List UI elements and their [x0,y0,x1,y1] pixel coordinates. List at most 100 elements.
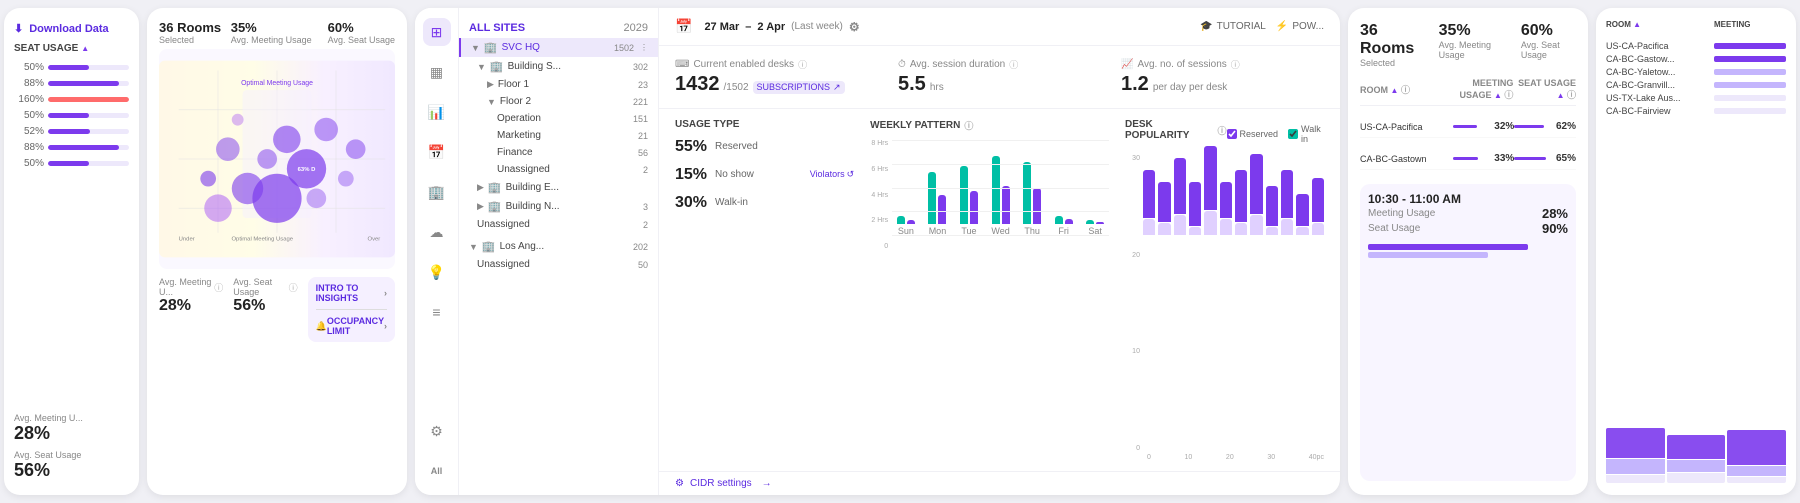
tree-item-building-e[interactable]: ▶ 🏢 Building E... [459,178,658,197]
tree-item-unassigned-la[interactable]: Unassigned 50 [459,256,658,273]
nav-settings-icon[interactable]: ⚙ [423,417,451,445]
expand-icon: ▼ [471,43,480,53]
svg-text:Under: Under [179,237,195,243]
metric-info-2[interactable]: ⓘ [1231,58,1240,71]
tutorial-icon: 🎓 [1200,21,1212,32]
tree-item-unassigned-f2[interactable]: Unassigned 2 [459,161,658,178]
info-icon-2[interactable]: ⓘ [289,281,298,294]
building-icon-bs: 🏢 [490,60,504,73]
nav-chart-icon[interactable]: 📊 [423,98,451,126]
desk-pop-header: DESK POPULARITY ⓘ Reserved Walk in [1125,119,1324,149]
tree-nav: ALL SITES 2029 ▼ 🏢 SVC HQ 1502 ⋮ ▼ 🏢 Bui… [459,8,659,495]
reserved-checkbox[interactable] [1227,129,1237,139]
usage-bar-row: 50% [14,158,129,169]
building-icon-la: 🏢 [482,240,496,253]
pr-meeting-stat: 35% Avg. Meeting Usage [1439,22,1505,60]
walkin-checkbox[interactable] [1288,129,1298,139]
timer-icon: ⏱ [898,59,906,70]
panel-right: 36 Rooms Selected 35% Avg. Meeting Usage… [1348,8,1588,495]
nav-cloud-icon[interactable]: ☁ [423,218,451,246]
tree-item-unassigned-svchq[interactable]: Unassigned 2 [459,216,658,233]
footer-seat-stat: Avg. Seat Usage ⓘ 56% [233,277,297,342]
tutorial-button[interactable]: 🎓 TUTORIAL [1200,21,1266,32]
far-right-row-2: CA-BC-Yaletow... [1606,67,1786,77]
mini-seat-usage: Seat Usage 90% [1368,221,1568,236]
tree-item-floor2[interactable]: ▼ Floor 2 221 [459,93,658,110]
download-icon: ⬇ [14,22,23,35]
subscriptions-badge[interactable]: SUBSCRIPTIONS ↗ [753,81,845,94]
chevron-right-icon: › [384,288,387,298]
tree-item-marketing[interactable]: Marketing 21 [459,127,658,144]
usage-type-bars: 55% Reserved 15% No show [675,138,854,212]
usage-bars: 50% 88% 160% 50% 52% 88% 50% [14,62,129,169]
seat-usage-bar-0 [1514,125,1544,128]
meeting-usage-bar-1 [1453,157,1478,160]
tree-item-floor1[interactable]: ▶ Floor 1 23 [459,76,658,93]
building-icon-be: 🏢 [488,181,502,194]
tree-item-losangeles[interactable]: ▼ 🏢 Los Ang... 202 [459,237,658,256]
desk-popularity-section: DESK POPULARITY ⓘ Reserved Walk in [1125,119,1324,461]
arrow-right-icon: → [762,478,772,489]
tree-item-building-s[interactable]: ▼ 🏢 Building S... 302 [459,57,658,76]
sort-arrow-icon: ▲ [81,44,89,53]
reserved-bar: 55% Reserved [675,138,854,156]
dp-col [1220,182,1232,235]
desk-pop-info-icon[interactable]: ⓘ [1218,124,1227,137]
nav-grid-icon[interactable]: ▦ [423,58,451,86]
dp-col [1296,194,1308,235]
day-thu: Thu [1018,148,1046,236]
info-icon[interactable]: ⓘ [214,281,223,294]
dp-col [1143,170,1155,235]
far-right-row-0: US-CA-Pacifica [1606,41,1786,51]
nav-calendar-icon[interactable]: 📅 [423,138,451,166]
download-button[interactable]: ⬇ Download Data [14,22,129,35]
legend-reserved[interactable]: Reserved [1227,129,1279,139]
cidr-settings-row[interactable]: ⚙ CIDR settings → [659,471,1340,495]
weekly-pattern-title: WEEKLY PATTERN ⓘ [870,119,1109,132]
intro-insights-button[interactable]: INTRO TO INSIGHTS › [316,283,387,303]
legend-walkin[interactable]: Walk in [1288,124,1324,144]
nav-home-icon[interactable]: ⊞ [423,18,451,46]
expand-icon-la: ▼ [469,242,478,252]
weekly-info-icon[interactable]: ⓘ [964,119,973,132]
tree-nav-header: ALL SITES 2029 [459,18,658,38]
violators-link[interactable]: Violators ↺ [810,169,854,180]
bell-icon: 🔔 [316,321,327,332]
dp-col [1174,158,1186,235]
noshow-bar: 15% No show Violators ↺ [675,166,854,184]
panel-main: ⊞ ▦ 📊 📅 🏢 ☁ 💡 ≡ ⚙ All ALL SITES 2029 ▼ 🏢… [415,8,1340,495]
bubble-stats: 35% Avg. Meeting Usage 60% Avg. Seat Usa… [231,20,395,45]
settings-gear-icon[interactable]: ⚙ [849,20,860,34]
dp-col [1312,178,1324,235]
expand-icon-f2: ▼ [487,97,496,107]
metric-info-0[interactable]: ⓘ [798,58,807,71]
day-wed: Wed [987,148,1015,236]
nav-all-icon[interactable]: All [423,457,451,485]
occupancy-limit-button[interactable]: 🔔 OCCUPANCY LIMIT › [316,316,387,336]
mini-bar-2 [1368,252,1488,258]
nav-bulb-icon[interactable]: 💡 [423,258,451,286]
tree-item-finance[interactable]: Finance 56 [459,144,658,161]
main-content-area: 📅 27 Mar – 2 Apr (Last week) ⚙ 🎓 TUTORIA… [659,8,1340,495]
metric-enabled-desks: ⌨ Current enabled desks ⓘ 1432 /1502 SUB… [675,58,878,96]
far-right-table-header: ROOM ▲ MEETING [1606,20,1786,29]
col-room-header: ROOM ▲ ⓘ [1360,83,1451,96]
power-button[interactable]: ⚡ POW... [1276,21,1324,32]
tree-item-operation[interactable]: Operation 151 [459,110,658,127]
nav-list-icon[interactable]: ≡ [423,298,451,326]
nav-building-icon[interactable]: 🏢 [423,178,451,206]
far-right-row-1: CA-BC-Gastow... [1606,54,1786,64]
rooms-selected-stat: 36 Rooms Selected [159,20,221,45]
dp-col [1189,182,1201,235]
pr-table-row-0: US-CA-Pacifica 32% 62% [1360,116,1576,138]
day-tue: Tue [955,148,983,236]
col-meeting-header: MEETING USAGE ▲ ⓘ [1453,78,1514,101]
tree-item-building-n[interactable]: ▶ 🏢 Building N... 3 [459,197,658,216]
metric-info-1[interactable]: ⓘ [1009,58,1018,71]
seat-usage-bar-1 [1514,157,1546,160]
far-right-row-5: CA-BC-Fairview [1606,106,1786,116]
dp-col [1158,182,1170,235]
tree-item-svchq[interactable]: ▼ 🏢 SVC HQ 1502 ⋮ [459,38,658,57]
dp-col [1250,154,1262,235]
usage-bar-row: 52% [14,126,129,137]
